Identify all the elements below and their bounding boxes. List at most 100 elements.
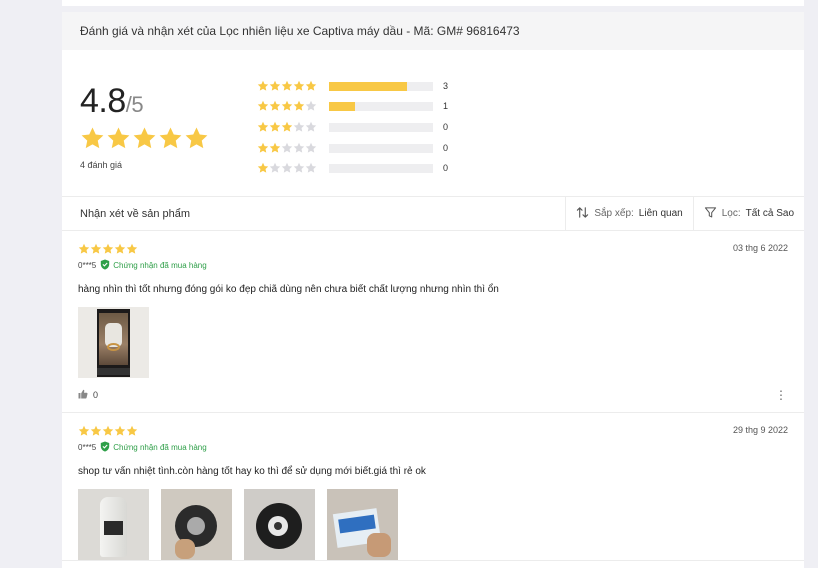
review-images	[78, 489, 788, 560]
star-icon	[305, 121, 317, 132]
star-icon	[78, 425, 90, 436]
reviews-title: Đánh giá và nhận xét của Lọc nhiên liệu …	[80, 24, 520, 38]
star-icon	[269, 162, 281, 173]
star-icon	[269, 80, 281, 91]
star-icon	[133, 127, 156, 149]
star-icon	[114, 425, 126, 436]
sort-value: Liên quan	[638, 208, 683, 219]
star-icon	[257, 100, 269, 111]
star-icon	[293, 121, 305, 132]
review-text: hàng nhìn thì tốt nhưng đóng gói ko đẹp …	[78, 284, 499, 295]
verified-label: Chứng nhận đã mua hàng	[113, 261, 207, 270]
verified-badge: Chứng nhận đã mua hàng	[100, 259, 207, 272]
star-icon	[305, 162, 317, 173]
star-icon	[257, 80, 269, 91]
star-icon	[257, 162, 269, 173]
star-icon	[305, 80, 317, 91]
distribution-row-2[interactable]: 0	[257, 142, 448, 154]
row-stars	[257, 100, 319, 112]
star-icon	[305, 142, 317, 153]
reviews-section-label: Nhận xét về sản phẩm	[80, 207, 191, 220]
star-icon	[126, 425, 138, 436]
review-meta: 0***5 Chứng nhận đã mua hàng	[78, 259, 788, 272]
star-icon	[257, 121, 269, 132]
row-stars	[257, 121, 319, 133]
star-icon	[281, 142, 293, 153]
review-image[interactable]	[161, 489, 232, 560]
score-value: 4.8	[80, 82, 126, 120]
review-text: shop tư vấn nhiệt tình.còn hàng tốt hay …	[78, 466, 426, 477]
review-item: 29 thg 9 2022 0***5 Chứng nhận đã mua hà…	[62, 413, 804, 561]
star-icon	[293, 80, 305, 91]
top-strip	[62, 0, 804, 6]
star-icon	[126, 243, 138, 254]
star-icon	[293, 142, 305, 153]
filter-button[interactable]: Lọc: Tất cả Sao	[692, 196, 804, 231]
row-stars	[257, 80, 319, 92]
reviewer-name: 0***5	[78, 443, 97, 452]
distribution-row-3[interactable]: 0	[257, 121, 448, 133]
review-item: 03 thg 6 2022 0***5 Chứng nhận đã mua hà…	[62, 231, 804, 413]
distribution-bar-fill	[329, 101, 355, 111]
average-score: 4.8/5	[80, 82, 144, 121]
star-icon	[78, 243, 90, 254]
review-meta: 0***5 Chứng nhận đã mua hàng	[78, 441, 788, 454]
distribution-bar	[329, 122, 433, 132]
star-icon	[281, 80, 293, 91]
score-max: /5	[125, 92, 144, 117]
reviews-header: Đánh giá và nhận xét của Lọc nhiên liệu …	[62, 12, 804, 50]
review-image[interactable]	[327, 489, 398, 560]
filter-icon	[704, 206, 717, 222]
distribution-count: 0	[443, 143, 449, 153]
star-icon	[257, 142, 269, 153]
distribution-bar	[329, 81, 433, 91]
review-image[interactable]	[78, 307, 149, 378]
distribution-count: 1	[443, 101, 449, 111]
review-toolbar: Nhận xét về sản phẩm Sắp xếp: Liên quan …	[62, 196, 804, 231]
distribution-count: 0	[443, 163, 449, 173]
star-icon	[81, 127, 104, 149]
star-icon	[102, 243, 114, 254]
like-button[interactable]: 0	[78, 389, 98, 401]
star-icon	[281, 100, 293, 111]
star-icon	[281, 162, 293, 173]
distribution-row-4[interactable]: 1	[257, 100, 448, 112]
review-image[interactable]	[244, 489, 315, 560]
distribution-bar	[329, 143, 433, 153]
star-icon	[102, 425, 114, 436]
average-stars	[80, 126, 209, 151]
sort-button[interactable]: Sắp xếp: Liên quan	[565, 196, 692, 231]
filter-value: Tất cả Sao	[745, 208, 794, 219]
star-icon	[293, 162, 305, 173]
distribution-row-5[interactable]: 3	[257, 80, 448, 92]
star-icon	[293, 100, 305, 111]
distribution-bar	[329, 163, 433, 173]
sort-prefix: Sắp xếp:	[594, 208, 634, 219]
star-icon	[305, 100, 317, 111]
star-icon	[269, 142, 281, 153]
distribution-count: 0	[443, 122, 449, 132]
more-vertical-icon[interactable]: ⋮	[775, 388, 788, 402]
review-image[interactable]	[78, 489, 149, 560]
filter-prefix: Lọc:	[721, 208, 741, 219]
star-icon	[107, 127, 130, 149]
verified-badge: Chứng nhận đã mua hàng	[100, 441, 207, 454]
review-date: 29 thg 9 2022	[732, 425, 788, 435]
distribution-count: 3	[443, 81, 449, 91]
review-actions: 0 ⋮	[78, 378, 788, 412]
review-stars	[78, 243, 788, 255]
review-images	[78, 307, 788, 378]
reviews-panel: Đánh giá và nhận xét của Lọc nhiên liệu …	[62, 12, 804, 568]
star-icon	[90, 243, 102, 254]
star-icon	[90, 425, 102, 436]
thumbs-up-icon	[78, 389, 88, 401]
distribution-bar	[329, 101, 433, 111]
sort-icon	[576, 206, 589, 222]
distribution-row-1[interactable]: 0	[257, 162, 448, 174]
shield-check-icon	[100, 441, 110, 454]
review-date: 03 thg 6 2022	[732, 243, 788, 253]
shield-check-icon	[100, 259, 110, 272]
star-icon	[114, 243, 126, 254]
reviewer-name: 0***5	[78, 261, 97, 270]
rating-summary: 4.8/5 4 đánh giá 3 1 0 0 0	[62, 50, 804, 197]
